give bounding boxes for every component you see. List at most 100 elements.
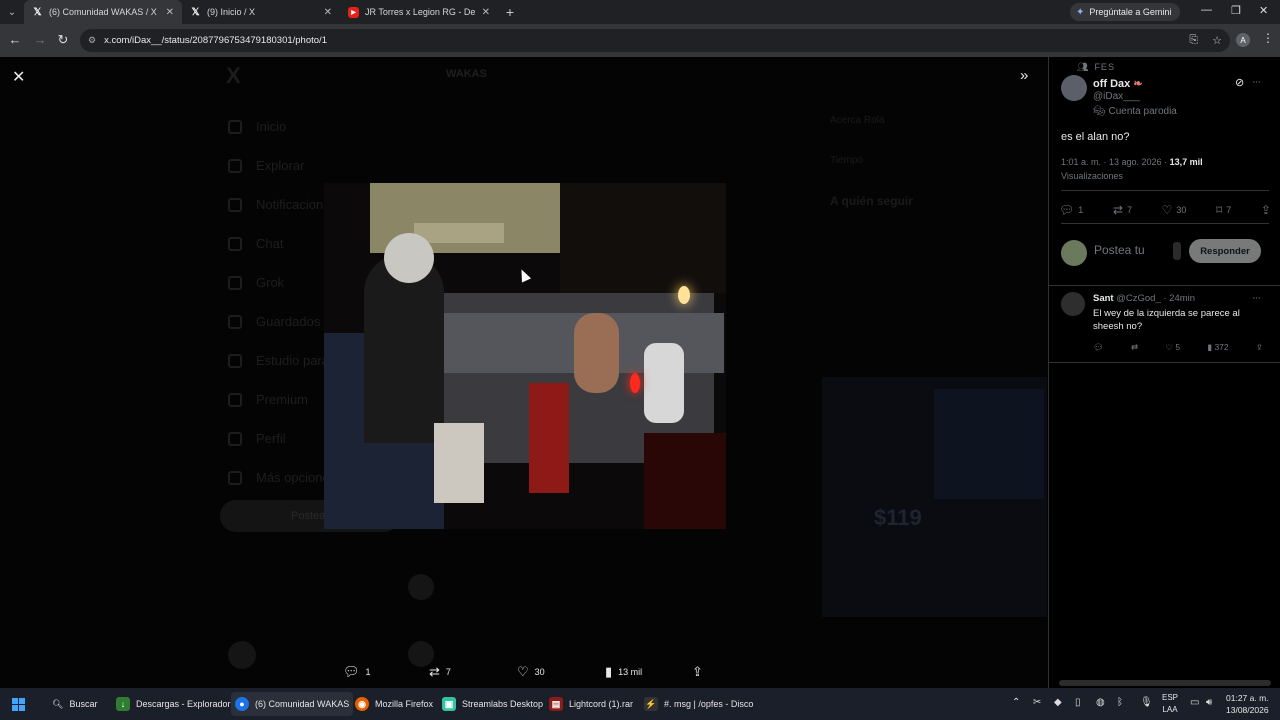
taskbar-app-discord[interactable]: ⚡ #. msg | /opfes - Disco — [640, 692, 757, 716]
author-name[interactable]: off Dax ❧ — [1093, 77, 1143, 90]
chrome-icon: ● — [235, 697, 249, 711]
reply-like[interactable]: ♡ 5 — [1165, 342, 1180, 353]
reply-icon: 💬︎ — [343, 664, 360, 679]
divider — [1061, 223, 1269, 224]
horizontal-scrollbar[interactable] — [1059, 680, 1271, 686]
minimize-icon[interactable]: — — [1201, 4, 1212, 16]
tab-youtube[interactable]: ▶ JR Torres x Legion RG - De Hech ✕ — [340, 0, 498, 24]
nav-item-guardados: Guardados — [228, 302, 337, 341]
tab-title: (9) Inicio / X — [207, 7, 256, 17]
reply-button[interactable]: Responder — [1189, 239, 1261, 263]
close-window-icon[interactable]: ✕ — [1259, 4, 1268, 17]
share-stat[interactable]: ⇪ — [1261, 203, 1271, 217]
author-handle[interactable]: @iDax___ — [1093, 91, 1140, 102]
forward-icon[interactable]: → — [28, 32, 52, 47]
reply-icon: 💬︎ — [1059, 203, 1075, 217]
nav-label: Grok — [256, 275, 285, 290]
reply-avatar[interactable] — [1061, 292, 1085, 316]
expand-panel-icon[interactable]: » — [1020, 67, 1028, 84]
heart-icon: ♡ — [1161, 203, 1173, 217]
taskbar-app-chrome[interactable]: ● (6) Comunidad WAKAS — [231, 692, 354, 716]
new-tab-button[interactable]: + — [498, 4, 522, 20]
maximize-icon[interactable]: ❐ — [1231, 4, 1241, 17]
reply-repost-icon[interactable]: ⇄ — [1131, 342, 1138, 353]
reply-author[interactable]: Sant @CzGod_ · 24min — [1093, 293, 1195, 304]
start-button[interactable] — [8, 692, 29, 716]
close-viewer-icon[interactable]: ✕ — [12, 67, 25, 87]
site-settings-icon[interactable]: ⚙ — [88, 35, 96, 46]
tray-app-icon[interactable]: ✂ — [1033, 697, 1041, 708]
bell-icon — [228, 197, 242, 212]
photo-region — [560, 183, 726, 293]
taskbar-app-winrar[interactable]: ▤ Lightcord (1).rar — [545, 692, 637, 716]
photo-region — [529, 383, 569, 493]
bookmark-star-icon[interactable]: ☆ — [1212, 34, 1222, 47]
language-indicator[interactable]: ESP LAA — [1162, 692, 1178, 716]
author-avatar[interactable] — [1061, 75, 1087, 101]
install-app-icon[interactable]: ⎘ — [1189, 34, 1198, 47]
repost-action[interactable]: ⇄ 7 — [429, 664, 451, 680]
taskbar-app-firefox[interactable]: ◉ Mozilla Firefox — [351, 692, 437, 716]
gemini-button[interactable]: ✦ Pregúntale a Gemini — [1070, 3, 1180, 21]
close-tab-icon[interactable]: ✕ — [166, 7, 174, 18]
community-label[interactable]: 👥︎ FES — [1077, 62, 1115, 73]
windows-logo-icon — [12, 697, 25, 711]
tab-search-icon[interactable]: ⌄ — [0, 0, 24, 24]
grok-icon[interactable]: ⊘ — [1235, 76, 1244, 89]
reply-share-icon[interactable]: ⇪ — [1256, 342, 1263, 353]
like-stat[interactable]: ♡ 30 — [1162, 203, 1187, 217]
network-icon[interactable]: ▭ — [1190, 697, 1199, 708]
media-viewer: X WAKAS Inicio Explorar Notificaciones C… — [0, 57, 1048, 688]
tray-app-icon[interactable]: ◆ — [1054, 697, 1062, 708]
tab-inicio[interactable]: 𝕏 (9) Inicio / X ✕ — [182, 0, 340, 24]
close-tab-icon[interactable]: ✕ — [482, 7, 490, 18]
my-avatar — [1061, 240, 1087, 266]
bookmark-icon — [228, 314, 242, 329]
rocket-icon — [228, 353, 242, 368]
bluetooth-icon[interactable]: ᛒ — [1117, 697, 1123, 708]
like-action[interactable]: ♡ 30 — [517, 664, 545, 680]
nav-label: Premium — [256, 392, 309, 407]
share-action[interactable]: ⇪ — [692, 664, 703, 680]
microphone-icon[interactable]: 🎙︎ — [1140, 697, 1153, 708]
reply-scroll-handle[interactable] — [1173, 242, 1181, 260]
tray-usb-icon[interactable]: ▯ — [1075, 697, 1081, 708]
photo-region — [414, 223, 504, 243]
bookmark-stat[interactable]: ⌑ 7 — [1216, 203, 1231, 217]
reply-input[interactable]: Postea tu — [1094, 243, 1145, 257]
taskbar-search[interactable]: 🔍︎ Buscar — [48, 692, 101, 716]
streamlabs-icon: ▣ — [442, 697, 456, 711]
close-tab-icon[interactable]: ✕ — [324, 7, 332, 18]
reply-reply-icon[interactable]: 💬︎ — [1093, 342, 1104, 353]
taskbar-app-explorer[interactable]: ↓ Descargas - Explorador — [112, 692, 235, 716]
more-options-icon[interactable]: ··· — [1252, 76, 1261, 88]
reply-stat[interactable]: 💬︎ 1 — [1059, 203, 1083, 217]
background-ad: $119 — [822, 377, 1047, 617]
firefox-icon: ◉ — [355, 697, 369, 711]
post-photo[interactable] — [324, 183, 726, 529]
back-icon[interactable]: ← — [3, 32, 27, 47]
nav-item-mas: Más opciones — [228, 458, 337, 497]
windows-taskbar: 🔍︎ Buscar ↓ Descargas - Explorador ● (6)… — [0, 688, 1280, 720]
taskbar-app-streamlabs[interactable]: ▣ Streamlabs Desktop — [438, 692, 547, 716]
reload-icon[interactable]: ↻ — [51, 32, 75, 48]
repost-icon: ⇄ — [1112, 203, 1123, 217]
tray-expand-icon[interactable]: ⌃ — [1012, 697, 1020, 708]
volume-icon[interactable]: 🔊︎ — [1206, 697, 1212, 708]
system-clock[interactable]: 01:27 a. m. 13/08/2026 — [1226, 692, 1269, 716]
profile-avatar[interactable]: A — [1236, 33, 1250, 47]
app-label: (6) Comunidad WAKAS — [255, 699, 350, 709]
browser-menu-icon[interactable]: ⋮ — [1262, 31, 1274, 45]
url-bar[interactable]: ⚙ x.com/iDax__/status/208779675347918030… — [80, 29, 1230, 52]
tray-app-icon[interactable]: ◍ — [1096, 697, 1105, 708]
tweet-timestamp: 1:01 a. m. · 13 ago. 2026 · 13,7 mil — [1061, 157, 1203, 167]
tab-comunidad-wakas[interactable]: 𝕏 (6) Comunidad WAKAS / X ✕ — [24, 0, 182, 24]
repost-stat[interactable]: ⇄ 7 — [1113, 203, 1132, 217]
views-action[interactable]: ▮ 13 mil — [605, 664, 642, 680]
reply-views[interactable]: ▮ 372 — [1207, 342, 1228, 353]
reply-more-icon[interactable]: ··· — [1252, 292, 1261, 304]
side-item: Acerca Rola — [830, 115, 885, 126]
divider — [1049, 362, 1280, 363]
reply-action[interactable]: 💬︎ 1 — [343, 664, 371, 680]
background-nav: Inicio Explorar Notificaciones Chat Grok… — [228, 107, 337, 497]
